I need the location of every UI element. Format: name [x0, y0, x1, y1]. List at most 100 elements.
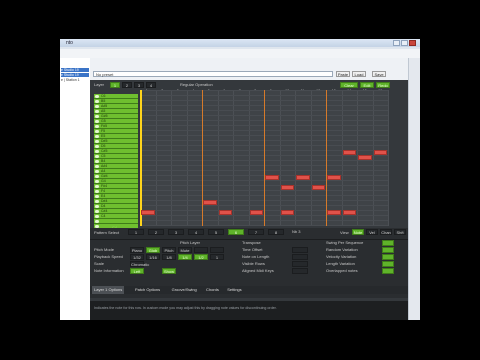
right-control-toggle[interactable] [382, 247, 394, 253]
control-option-button[interactable]: Pitch Mode [162, 247, 176, 258]
control-option-button[interactable]: Piano [130, 247, 144, 253]
side-item[interactable]: e Studio 19 [61, 73, 89, 77]
note-block[interactable] [249, 210, 263, 215]
layer-tab-2[interactable]: 2 [122, 82, 132, 88]
pattern-step-button[interactable]: 6 [228, 229, 244, 235]
note-block[interactable] [327, 210, 341, 215]
key-toggle-icon[interactable] [95, 139, 99, 143]
note-block[interactable] [311, 185, 325, 190]
key-toggle-icon[interactable] [95, 204, 99, 208]
tab-settings[interactable]: Settings [225, 286, 243, 294]
view-chan-button[interactable]: Chan [380, 229, 392, 235]
minimize-button[interactable] [393, 40, 400, 46]
note-block[interactable] [327, 175, 341, 180]
tab-layer-1-options[interactable]: Layer 1 Options [92, 286, 125, 294]
key-toggle-icon[interactable] [95, 144, 99, 148]
key-toggle-icon[interactable] [95, 104, 99, 108]
control-option-button[interactable]: 1/4 [178, 254, 192, 260]
key-toggle-icon[interactable] [95, 119, 99, 123]
note-block[interactable] [280, 210, 294, 215]
key-toggle-icon[interactable] [95, 174, 99, 178]
control-option-button[interactable]: 1/32 [130, 254, 144, 260]
key-toggle-icon[interactable] [95, 114, 99, 118]
note-block[interactable] [342, 150, 356, 155]
control-option-button[interactable]: 1/16 [146, 254, 160, 260]
layer-tab-1[interactable]: 1 [110, 82, 120, 88]
key-toggle-icon[interactable] [95, 124, 99, 128]
key-toggle-icon[interactable] [95, 129, 99, 133]
note-block[interactable] [218, 210, 232, 215]
middle-control-value[interactable] [292, 254, 308, 260]
note-grid[interactable] [140, 90, 389, 231]
save-button[interactable]: Save [372, 71, 386, 77]
note-block[interactable] [141, 210, 155, 215]
right-control-toggle[interactable] [382, 261, 394, 267]
key-toggle-icon[interactable] [95, 169, 99, 173]
key-toggle-icon[interactable] [95, 199, 99, 203]
key-toggle-icon[interactable] [95, 159, 99, 163]
pattern-step-button[interactable]: 1 [128, 229, 144, 235]
view-shft-button[interactable]: Shft [394, 229, 406, 235]
middle-control-value[interactable] [292, 247, 308, 253]
maximize-button[interactable] [401, 40, 408, 46]
load-button[interactable]: Load [352, 71, 366, 77]
key-toggle-icon[interactable] [95, 109, 99, 113]
piano-key-label: C6 [101, 94, 106, 98]
note-block[interactable] [265, 175, 279, 180]
paste-button[interactable]: Paste [336, 71, 350, 77]
note-block[interactable] [203, 200, 217, 205]
key-toggle-icon[interactable] [95, 149, 99, 153]
side-item[interactable]: e | Station 1 [61, 78, 89, 82]
control-option-button[interactable]: 1 [210, 254, 224, 260]
pattern-step-button[interactable]: 8 [268, 229, 284, 235]
key-toggle-icon[interactable] [95, 164, 99, 168]
note-block[interactable] [296, 175, 310, 180]
control-option-button[interactable]: Mute [178, 247, 192, 253]
view-note-button[interactable]: Note [352, 229, 364, 235]
right-control-toggle[interactable] [382, 240, 394, 246]
note-block[interactable] [358, 155, 372, 160]
control-option-button[interactable]: Chromatic [130, 261, 149, 267]
control-option-button[interactable]: 1/2 [194, 254, 208, 260]
control-option-button[interactable] [194, 247, 208, 253]
pattern-step-button[interactable]: 4 [188, 229, 204, 235]
middle-control-value[interactable] [292, 268, 308, 274]
middle-control-value[interactable] [292, 261, 308, 267]
key-toggle-icon[interactable] [95, 189, 99, 193]
pattern-step-button[interactable]: 7 [248, 229, 264, 235]
browser-window: nto e Studio 19 e Studio 19 e | Station … [60, 39, 420, 320]
control-option-button[interactable]: 1/8 [162, 254, 176, 260]
note-block[interactable] [373, 150, 387, 155]
side-item[interactable]: e Studio 19 [61, 68, 89, 72]
key-toggle-icon[interactable] [95, 184, 99, 188]
browser-address-bar[interactable] [60, 49, 420, 58]
key-toggle-icon[interactable] [95, 94, 99, 98]
right-control-toggle[interactable] [382, 254, 394, 260]
preset-select[interactable]: No preset [93, 71, 333, 77]
control-option-button[interactable]: Left [130, 268, 144, 274]
scrollbar[interactable] [408, 58, 420, 320]
pattern-step-button[interactable]: 2 [148, 229, 164, 235]
tab-groove-swing[interactable]: Groove/Swing [170, 286, 199, 294]
close-button[interactable] [409, 40, 416, 46]
control-option-button[interactable]: Glob [146, 247, 160, 253]
key-toggle-icon[interactable] [95, 219, 99, 223]
key-toggle-icon[interactable] [95, 209, 99, 213]
key-toggle-icon[interactable] [95, 194, 99, 198]
right-control-toggle[interactable] [382, 268, 394, 274]
key-toggle-icon[interactable] [95, 134, 99, 138]
pattern-step-button[interactable]: 5 [208, 229, 224, 235]
control-option-button[interactable]: Show [162, 268, 176, 274]
note-block[interactable] [342, 210, 356, 215]
key-toggle-icon[interactable] [95, 99, 99, 103]
key-toggle-icon[interactable] [95, 214, 99, 218]
pattern-step-button[interactable]: 3 [168, 229, 184, 235]
tab-chords[interactable]: Chords [204, 286, 221, 294]
layer-tab-3[interactable]: 3 [134, 82, 144, 88]
control-option-button[interactable] [210, 247, 224, 253]
key-toggle-icon[interactable] [95, 179, 99, 183]
note-block[interactable] [280, 185, 294, 190]
key-toggle-icon[interactable] [95, 154, 99, 158]
tab-patch-options[interactable]: Patch Options [133, 286, 162, 294]
view-vel-button[interactable]: Vel [366, 229, 378, 235]
